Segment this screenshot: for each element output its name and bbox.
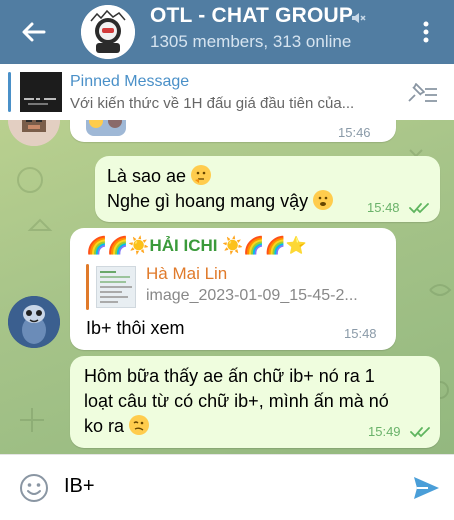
chat-header: OTL - CHAT GROUP 1305 members, 313 onlin… <box>0 0 454 64</box>
pinned-title: Pinned Message <box>70 73 190 90</box>
sender-name[interactable]: 🌈🌈☀️HẢI ICHI ☀️🌈🌈⭐ <box>86 236 307 256</box>
pinned-thumbnail <box>20 72 62 112</box>
pinned-indicator <box>8 72 11 112</box>
reaction-chips[interactable] <box>86 120 126 136</box>
reply-sender: Hà Mai Lin <box>146 264 228 283</box>
message-line: loạt câu từ có chữ ib+, mình ấn mà nó <box>84 391 389 411</box>
woozy-emoji-icon <box>129 415 150 435</box>
message-bubble-outgoing[interactable]: Là sao ae Nghe gì hoang mang vậy 15:48 <box>95 156 440 222</box>
chat-subtitle: 1305 members, 313 online <box>150 32 352 51</box>
message-text: Là sao ae Nghe gì hoang mang vậy <box>107 164 334 214</box>
message-bubble-outgoing[interactable]: Hôm bữa thấy ae ấn chữ ib+ nó ra 1 loạt … <box>70 356 440 448</box>
message-bubble[interactable]: 🌈🌈☀️HẢI ICHI ☀️🌈🌈⭐ Hà Mai Lin image_2023… <box>70 228 396 350</box>
message-time: 15:49 <box>368 424 401 439</box>
pinned-text: Với kiến thức về 1H đấu giá đầu tiên của… <box>70 95 355 112</box>
message-time: 15:48 <box>344 326 377 341</box>
reply-quote[interactable]: Hà Mai Lin image_2023-01-09_15-45-2... <box>86 264 386 310</box>
message-text: Ib+ thôi xem <box>86 318 185 338</box>
mute-icon <box>352 13 366 23</box>
message-time: 15:48 <box>367 200 400 215</box>
send-icon[interactable] <box>410 472 442 504</box>
thinking-emoji-icon <box>191 165 212 185</box>
read-checks-icon <box>410 427 430 438</box>
message-bubble[interactable]: 15:46 <box>70 120 396 142</box>
chat-area[interactable]: 15:46 Là sao ae Nghe gì hoang mang vậy 1… <box>0 120 454 454</box>
reply-thumbnail <box>96 266 136 308</box>
message-line: Là sao ae <box>107 166 187 186</box>
worried-emoji-icon <box>313 190 334 210</box>
reply-text: image_2023-01-09_15-45-2... <box>146 287 358 304</box>
avatar[interactable] <box>8 296 60 348</box>
emoji-icon[interactable] <box>18 472 50 504</box>
message-line: ko ra <box>84 416 125 436</box>
back-arrow-icon[interactable] <box>18 16 50 48</box>
group-avatar[interactable] <box>81 5 135 59</box>
message-input-bar: IB+ <box>0 454 454 520</box>
chat-title[interactable]: OTL - CHAT GROUP <box>150 4 353 28</box>
pinned-message-bar[interactable]: Pinned Message Với kiến thức về 1H đấu g… <box>0 64 454 120</box>
reply-bar <box>86 264 89 310</box>
message-time: 15:46 <box>338 125 371 140</box>
unpin-list-icon[interactable] <box>405 81 439 105</box>
message-line: Hôm bữa thấy ae ấn chữ ib+ nó ra 1 <box>84 366 375 386</box>
read-checks-icon <box>409 203 429 214</box>
message-input[interactable]: IB+ <box>64 475 95 498</box>
message-line: Nghe gì hoang mang vậy <box>107 191 309 211</box>
more-vertical-icon[interactable] <box>414 16 438 48</box>
